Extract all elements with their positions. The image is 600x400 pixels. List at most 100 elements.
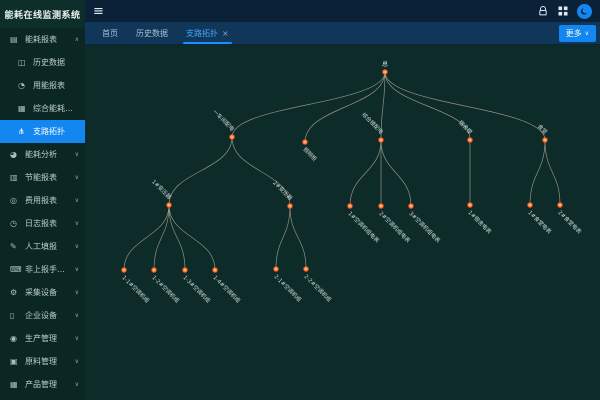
tab-1[interactable]: 历史数据 (127, 22, 177, 44)
sidebar-item-9[interactable]: ✎人工填报∨ (0, 235, 85, 258)
tree-node[interactable] (303, 140, 307, 144)
tree-node[interactable] (288, 204, 292, 208)
topology-tree-diagram: 总一车间配电1#变压器1-1#空调机组1-2#空调机组1-3#空调机组1-4#空… (85, 45, 600, 400)
tree-node[interactable] (274, 267, 278, 271)
topology-canvas[interactable]: 总一车间配电1#变压器1-1#空调机组1-2#空调机组1-3#空调机组1-4#空… (85, 45, 600, 400)
tree-node-label: 1#空调机组电表 (346, 210, 381, 245)
topbar-actions (537, 4, 592, 19)
close-icon[interactable]: × (222, 29, 229, 38)
sidebar-item-label: 历史数据 (33, 57, 79, 68)
sidebar-item-2[interactable]: ◔用能报表 (0, 74, 85, 97)
tab-0[interactable]: 首页 (93, 22, 127, 44)
sidebar-item-13[interactable]: ◉生产管理∨ (0, 327, 85, 350)
tree-node[interactable] (528, 203, 532, 207)
tree-node[interactable] (543, 138, 547, 142)
tree-node-label: 2-1#空调机组 (272, 273, 303, 304)
tree-node[interactable] (379, 138, 383, 142)
sidebar-menu: ▤ 能耗报表∧ ◫历史数据◔用能报表▦综合能耗报表 ⋔ 支路拓扑 ◕能耗分析∨▥节能报表∨… (0, 28, 85, 396)
tree-node[interactable] (409, 204, 413, 208)
sidebar-item-label: 产品管理 (25, 379, 73, 390)
material-icon: ▣ (10, 357, 21, 366)
tree-node[interactable] (167, 203, 171, 207)
chevron-down-icon: ∨ (75, 266, 79, 273)
enterprise-device-icon: ▯ (10, 311, 21, 320)
chevron-down-icon: ∨ (75, 243, 79, 250)
tree-node[interactable] (383, 70, 387, 74)
topbar: ≡ (85, 0, 600, 22)
sidebar-item-4[interactable]: ⋔ 支路拓扑 (0, 120, 85, 143)
saving-report-icon: ▥ (10, 173, 21, 182)
branch-topology-icon: ⋔ (18, 127, 29, 136)
tab-label: 历史数据 (136, 28, 168, 39)
sidebar-item-label: 支路拓扑 (33, 126, 79, 137)
grid-icon[interactable] (557, 5, 569, 17)
sidebar-item-5[interactable]: ◕能耗分析∨ (0, 143, 85, 166)
tree-node[interactable] (152, 268, 156, 272)
more-button[interactable]: 更多 ∨ (559, 25, 596, 42)
sidebar-item-15[interactable]: ▦ 产品管理∨ (0, 373, 85, 396)
tree-node[interactable] (348, 204, 352, 208)
tree-node-label: 1-2#空调机组 (150, 274, 181, 305)
tree-node[interactable] (468, 138, 472, 142)
tree-node[interactable] (122, 268, 126, 272)
tree-node[interactable] (183, 268, 187, 272)
tree-edge (305, 72, 385, 142)
tree-node-label: 2-2#空调机组 (302, 273, 333, 304)
lock-icon[interactable] (537, 5, 549, 17)
chevron-up-icon: ∧ (75, 36, 79, 43)
tab-2[interactable]: 支路拓扑 × (177, 22, 238, 44)
chevron-down-icon: ∨ (75, 220, 79, 227)
sidebar-item-label: 原料管理 (25, 356, 73, 367)
sidebar-item-8[interactable]: ◷日志报表∨ (0, 212, 85, 235)
sidebar-item-10[interactable]: ⌨非上报手工录入∨ (0, 258, 85, 281)
sidebar-item-label: 能耗报表 (25, 34, 73, 45)
hamburger-menu-icon[interactable]: ≡ (93, 5, 104, 18)
sidebar-item-11[interactable]: ⚙采集设备∨ (0, 281, 85, 304)
production-icon: ◉ (10, 334, 21, 343)
tree-edge (232, 72, 385, 137)
tree-edge (290, 206, 306, 269)
chevron-down-icon: ∨ (75, 174, 79, 181)
sidebar-item-14[interactable]: ▣ 原料管理∨ (0, 350, 85, 373)
chevron-down-icon: ∨ (75, 289, 79, 296)
tree-edge (545, 140, 560, 205)
report-icon: ▤ (10, 35, 21, 44)
sidebar: 能耗在线监测系统 ▤ 能耗报表∧ ◫历史数据◔用能报表▦综合能耗报表 ⋔ 支路拓扑 ◕能耗… (0, 0, 85, 400)
tree-edge (169, 137, 232, 205)
chevron-down-icon: ∨ (75, 381, 79, 388)
tree-edge (530, 140, 545, 205)
tree-node-label: 3#空调机组电表 (407, 210, 442, 245)
tree-edge (169, 205, 185, 270)
tab-label: 支路拓扑 (186, 28, 218, 39)
sidebar-item-label: 生产管理 (25, 333, 73, 344)
tree-node[interactable] (558, 203, 562, 207)
sidebar-item-1[interactable]: ◫历史数据 (0, 51, 85, 74)
sidebar-item-12[interactable]: ▯企业设备∨ (0, 304, 85, 327)
tree-node-label: 1#食堂电表 (526, 209, 553, 236)
product-icon: ▦ (10, 380, 21, 389)
tree-node-label: 一车间配电 (211, 108, 236, 133)
tree-node-label: 宿舍楼 (457, 118, 475, 136)
sidebar-item-label: 企业设备 (25, 310, 73, 321)
sidebar-item-3[interactable]: ▦综合能耗报表 (0, 97, 85, 120)
tree-node[interactable] (230, 135, 234, 139)
sidebar-item-0[interactable]: ▤ 能耗报表∧ (0, 28, 85, 51)
analysis-icon: ◕ (10, 150, 21, 159)
tree-node-label: 2#变压器 (271, 179, 294, 202)
sidebar-item-label: 非上报手工录入 (25, 264, 73, 275)
tree-node[interactable] (304, 267, 308, 271)
tree-node[interactable] (379, 204, 383, 208)
tree-nodes: 总一车间配电1#变压器1-1#空调机组1-2#空调机组1-3#空调机组1-4#空… (120, 60, 583, 305)
app-title: 能耗在线监测系统 (0, 0, 85, 28)
sidebar-item-label: 费用报表 (25, 195, 73, 206)
tree-node[interactable] (213, 268, 217, 272)
tree-node-label: 2#食堂电表 (556, 209, 583, 236)
sidebar-item-label: 用能报表 (33, 80, 79, 91)
avatar[interactable] (577, 4, 592, 19)
tree-edge (381, 140, 411, 206)
chevron-down-icon: ∨ (75, 358, 79, 365)
tree-edge (350, 140, 381, 206)
tree-node[interactable] (468, 203, 472, 207)
sidebar-item-7[interactable]: ◎费用报表∨ (0, 189, 85, 212)
sidebar-item-6[interactable]: ▥节能报表∨ (0, 166, 85, 189)
